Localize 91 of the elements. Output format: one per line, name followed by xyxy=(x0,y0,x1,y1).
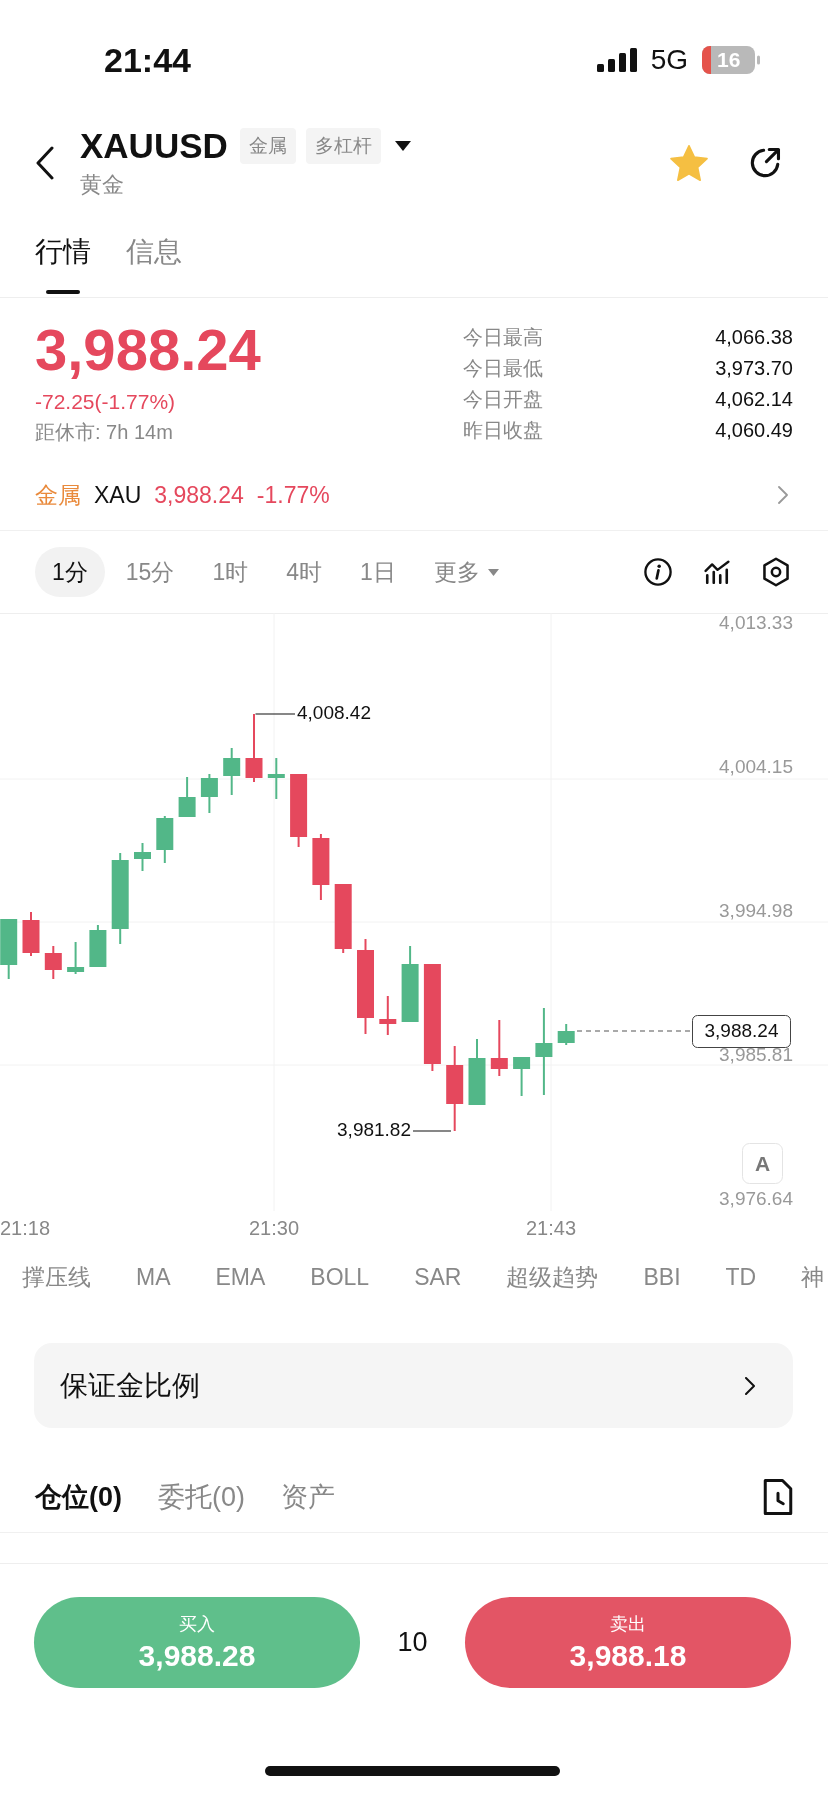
market-close-countdown: 距休市: 7h 14m xyxy=(35,420,174,445)
last-price: 3,988.24 xyxy=(35,320,261,380)
indicator-tab[interactable]: EMA xyxy=(215,1263,266,1291)
indicator-tab[interactable]: 超级趋势 xyxy=(506,1261,599,1293)
battery-percent: 16 xyxy=(717,49,741,71)
quantity-value: 10 xyxy=(397,1627,428,1658)
stat-value: 4,066.38 xyxy=(715,326,793,349)
y-axis-label: 3,976.64 xyxy=(719,1188,793,1209)
rising-candle xyxy=(156,815,174,864)
caret-icon xyxy=(487,568,499,576)
falling-candle xyxy=(44,945,62,980)
tab[interactable]: 行情 xyxy=(35,236,91,297)
falling-candle xyxy=(312,833,330,901)
info-icon[interactable] xyxy=(644,558,672,586)
stat-value: 3,973.70 xyxy=(715,357,793,380)
rising-candle xyxy=(200,773,218,814)
tab[interactable]: 信息 xyxy=(126,236,182,297)
asset-name: 黄金 xyxy=(80,170,124,199)
index-category: 金属 xyxy=(35,480,81,510)
index-symbol: XAU xyxy=(94,481,142,509)
position-tab[interactable]: 资产 xyxy=(281,1478,335,1515)
x-axis-label: 21:43 xyxy=(525,1217,577,1240)
x-axis-label: 21:30 xyxy=(248,1217,300,1240)
document-clock-icon[interactable] xyxy=(763,1478,793,1515)
symbol-title: XAUUSD xyxy=(80,125,228,166)
x-axis-label: 21:18 xyxy=(0,1217,51,1240)
falling-candle xyxy=(334,883,352,954)
margin-ratio-button[interactable]: 保证金比例 xyxy=(34,1343,793,1428)
status-time: 21:44 xyxy=(104,40,191,80)
position-tab[interactable]: 仓位(0) xyxy=(35,1478,122,1515)
rising-candle xyxy=(557,1023,575,1046)
timeframe-tab[interactable]: 1分 xyxy=(35,547,105,597)
falling-candle xyxy=(490,1019,508,1077)
rising-candle xyxy=(134,842,151,872)
rising-candle xyxy=(67,941,85,975)
rising-candle xyxy=(0,918,18,980)
falling-candle xyxy=(22,911,40,957)
timeframe-tab[interactable]: 1时 xyxy=(195,547,266,597)
share-icon[interactable] xyxy=(748,145,782,180)
falling-candle xyxy=(379,995,397,1036)
back-icon[interactable] xyxy=(35,145,55,180)
indicator-tab[interactable]: TD xyxy=(725,1263,757,1291)
indicator-tab[interactable]: MA xyxy=(136,1263,171,1291)
stat-value: 4,062.14 xyxy=(715,388,793,411)
star-icon[interactable] xyxy=(670,144,708,181)
rising-candle xyxy=(513,1056,531,1097)
chevron-right-icon xyxy=(745,1376,755,1395)
stat-label: 今日最低 xyxy=(463,356,543,381)
rising-candle xyxy=(89,924,107,968)
y-axis-label: 4,013.33 xyxy=(719,613,793,633)
leader-line xyxy=(254,713,296,715)
stat-value: 4,060.49 xyxy=(715,419,793,442)
rising-candle xyxy=(223,747,241,796)
more-menu-button[interactable]: 更多 xyxy=(416,547,516,597)
indicator-tab[interactable]: SAR xyxy=(414,1263,462,1291)
indicator-tab[interactable]: BOLL xyxy=(310,1263,370,1291)
index-price: 3,988.24 xyxy=(154,481,244,509)
low-price-label: 3,981.82 xyxy=(337,1119,411,1140)
indicator-tab[interactable]: 撑压线 xyxy=(22,1261,91,1293)
battery-icon xyxy=(702,46,760,74)
stat-label: 今日最高 xyxy=(463,325,543,350)
price-change: -72.25(-1.77%) xyxy=(35,389,177,415)
position-tab[interactable]: 委托(0) xyxy=(158,1478,245,1515)
stat-label: 昨日收盘 xyxy=(463,418,543,443)
y-axis-label: 4,004.15 xyxy=(719,756,793,777)
caret-icon[interactable] xyxy=(394,140,411,151)
rising-candle xyxy=(267,757,285,800)
index-change: -1.77% xyxy=(256,481,330,509)
timeframe-tab[interactable]: 4时 xyxy=(269,547,339,597)
falling-candle xyxy=(245,713,263,783)
rising-candle xyxy=(468,1038,486,1106)
indicator-tab[interactable]: BBI xyxy=(643,1263,681,1291)
signal-icon xyxy=(596,48,637,72)
stat-label: 今日开盘 xyxy=(463,387,543,412)
last-price-tag: 3,988.24 xyxy=(692,1015,791,1048)
leader-line xyxy=(412,1130,452,1132)
category-tag: 多杠杆 xyxy=(305,127,381,164)
category-tag: 金属 xyxy=(239,127,296,164)
buy-button[interactable]: 买入 3,988.28 xyxy=(34,1597,360,1688)
rising-candle xyxy=(178,776,196,818)
high-price-label: 4,008.42 xyxy=(297,702,371,723)
settings-icon[interactable] xyxy=(762,557,790,587)
network-label: 5G xyxy=(650,44,688,76)
indicator-chart-icon[interactable] xyxy=(704,560,730,584)
timeframe-tab[interactable]: 1日 xyxy=(343,547,413,597)
auto-scale-button[interactable]: A xyxy=(742,1143,783,1184)
sell-button[interactable]: 卖出 3,988.18 xyxy=(465,1597,791,1688)
y-axis-label: 3,994.98 xyxy=(719,900,793,921)
chevron-right-icon[interactable] xyxy=(778,486,788,504)
indicator-tab[interactable]: 神 xyxy=(801,1261,825,1293)
timeframe-tab[interactable]: 15分 xyxy=(108,547,192,597)
